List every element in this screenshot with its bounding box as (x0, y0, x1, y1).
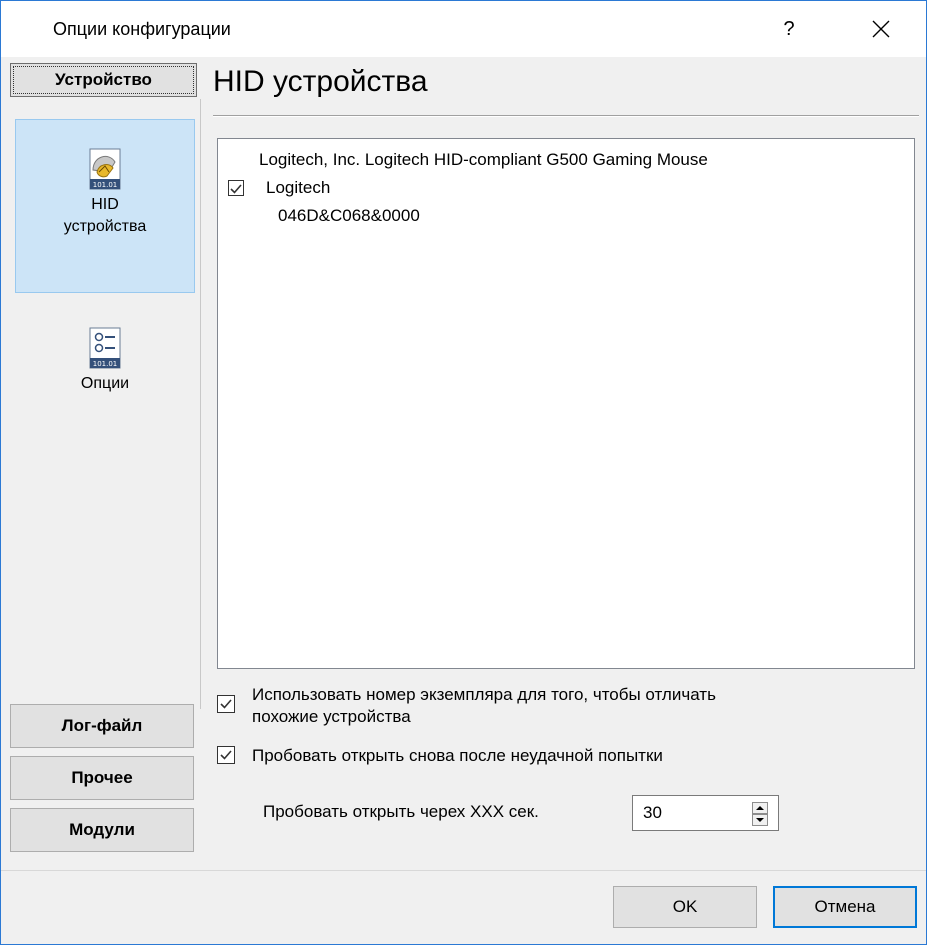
device-vendor: Logitech (266, 178, 331, 197)
use-instance-checkbox[interactable] (217, 695, 235, 713)
close-button[interactable] (859, 9, 903, 49)
retry-interval-value[interactable]: 30 (643, 803, 662, 823)
sidebar-item-options[interactable]: 101.01 Опции (15, 327, 195, 417)
sidebar-item-label: HID (91, 196, 119, 213)
checkmark-icon (230, 184, 242, 194)
sidebar-item-label: устройства (63, 218, 147, 235)
sidebar-list: 101.01 HID устройства 101.01 Опции (8, 99, 201, 709)
sidebar-button-other[interactable]: Прочее (10, 756, 194, 800)
sidebar-item-hid-devices[interactable]: 101.01 HID устройства (15, 119, 195, 293)
close-icon (872, 20, 890, 38)
ok-button[interactable]: OK (613, 886, 757, 928)
hid-device-icon: 101.01 (89, 148, 121, 190)
footer-divider (1, 870, 926, 871)
divider (213, 115, 919, 117)
sidebar-item-label: Опции (80, 375, 130, 392)
device-id: 046D&C068&0000 (278, 206, 420, 225)
svg-text:101.01: 101.01 (93, 360, 118, 368)
checkmark-icon (220, 750, 232, 760)
sidebar-button-log-file[interactable]: Лог-файл (10, 704, 194, 748)
arrow-down-icon (756, 818, 764, 822)
use-instance-label[interactable]: Использовать номер экземпляра для того, … (252, 684, 716, 728)
svg-text:101.01: 101.01 (93, 181, 118, 189)
arrow-up-icon (756, 806, 764, 810)
window-title: Опции конфигурации (53, 19, 231, 39)
retry-interval-stepper[interactable]: 30 (632, 795, 779, 831)
options-icon: 101.01 (89, 327, 121, 369)
device-checkbox[interactable] (228, 180, 244, 196)
help-button[interactable]: ? (769, 9, 809, 49)
device-list[interactable]: Logitech, Inc. Logitech HID-compliant G5… (217, 138, 915, 669)
spin-buttons (752, 802, 768, 826)
spin-up-button[interactable] (752, 802, 768, 814)
sidebar-header-device[interactable]: Устройство (10, 63, 197, 97)
device-name: Logitech, Inc. Logitech HID-compliant G5… (259, 150, 708, 169)
use-instance-label-line2: похожие устройства (252, 707, 411, 726)
use-instance-label-line1: Использовать номер экземпляра для того, … (252, 685, 716, 704)
spin-down-button[interactable] (752, 814, 768, 826)
title-bar: Опции конфигурации ? (1, 1, 926, 57)
config-dialog: Опции конфигурации ? Устройство 101.01 H… (0, 0, 927, 945)
panel-title: HID устройства (213, 65, 428, 98)
cancel-button[interactable]: Отмена (773, 886, 917, 928)
sidebar-button-modules[interactable]: Модули (10, 808, 194, 852)
retry-interval-label: Пробовать открыть черех XXX сек. (263, 802, 539, 821)
checkmark-icon (220, 699, 232, 709)
retry-open-label[interactable]: Пробовать открыть снова после неудачной … (252, 745, 663, 767)
sidebar: Устройство 101.01 HID устройства 101.01 … (8, 61, 201, 866)
retry-open-checkbox[interactable] (217, 746, 235, 764)
